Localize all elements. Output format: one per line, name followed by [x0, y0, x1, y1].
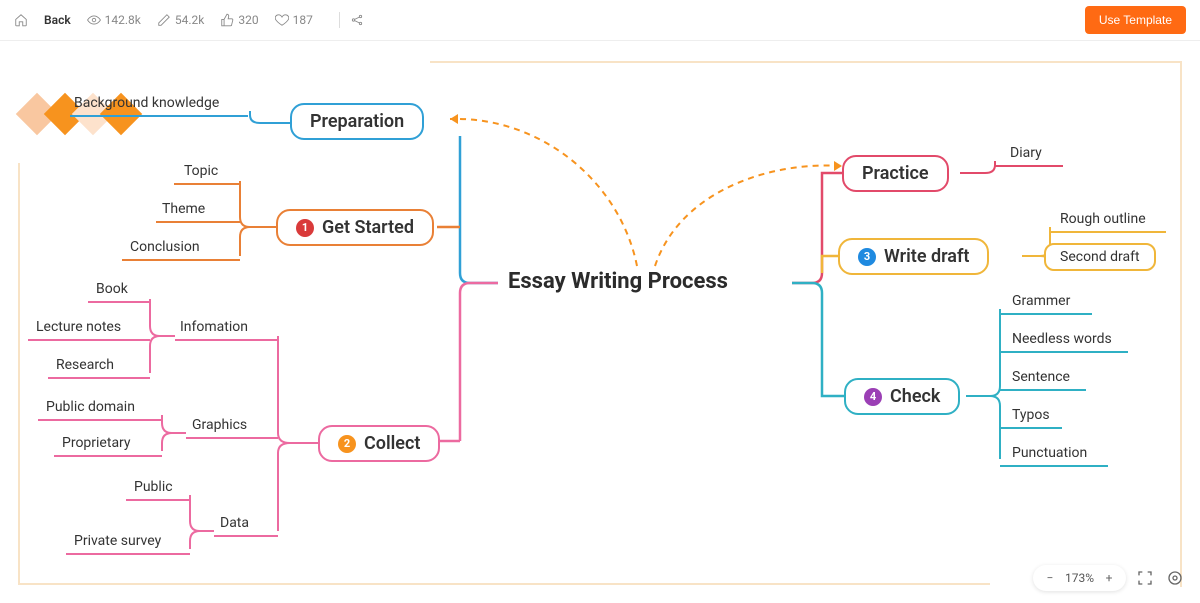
leaf-research[interactable]: Research [56, 357, 114, 373]
leaf-book[interactable]: Book [96, 281, 128, 297]
node-label: Collect [364, 433, 420, 454]
leaf-diary[interactable]: Diary [1010, 145, 1042, 161]
node-label: Preparation [310, 111, 404, 132]
leaf-theme[interactable]: Theme [162, 201, 205, 217]
edits-count: 54.2k [175, 13, 204, 27]
leaf-rough-outline[interactable]: Rough outline [1060, 211, 1146, 227]
leaf-grammar[interactable]: Grammer [1012, 293, 1070, 309]
zoom-out-button[interactable]: − [1041, 569, 1059, 587]
node-label: Second draft [1060, 249, 1140, 265]
leaf-public-domain[interactable]: Public domain [46, 399, 135, 415]
favs-stat[interactable]: 187 [275, 13, 313, 27]
node-label: Write draft [884, 246, 969, 267]
zoom-control: − 173% + [1033, 565, 1126, 591]
likes-stat[interactable]: 320 [220, 13, 258, 27]
badge-2: 2 [338, 435, 356, 453]
fullscreen-icon[interactable] [1134, 567, 1156, 589]
leaf-punctuation[interactable]: Punctuation [1012, 445, 1087, 461]
leaf-sentence[interactable]: Sentence [1012, 369, 1070, 385]
subnode-data[interactable]: Data [220, 515, 249, 531]
node-get-started[interactable]: 1 Get Started [276, 209, 434, 246]
home-icon[interactable] [14, 13, 28, 27]
divider [339, 12, 340, 28]
leaf-conclusion[interactable]: Conclusion [130, 239, 200, 255]
leaf-private-survey[interactable]: Private survey [74, 533, 161, 549]
leaf-second-draft[interactable]: Second draft [1044, 243, 1156, 271]
node-label: Practice [862, 163, 929, 184]
subnode-graphics[interactable]: Graphics [192, 417, 247, 433]
node-check[interactable]: 4 Check [844, 378, 960, 415]
leaf-background-knowledge[interactable]: Background knowledge [74, 95, 219, 111]
leaf-public[interactable]: Public [134, 479, 173, 495]
leaf-topic[interactable]: Topic [184, 163, 218, 179]
likes-count: 320 [238, 13, 258, 27]
badge-1: 1 [296, 219, 314, 237]
recenter-icon[interactable] [1164, 567, 1186, 589]
node-label: Check [890, 386, 940, 407]
views-count: 142.8k [105, 13, 141, 27]
favs-count: 187 [293, 13, 313, 27]
share-icon[interactable] [350, 13, 364, 27]
node-practice[interactable]: Practice [842, 155, 949, 192]
leaf-lecture[interactable]: Lecture notes [36, 319, 121, 335]
back-button[interactable]: Back [44, 13, 71, 27]
subnode-information[interactable]: Infomation [180, 319, 248, 335]
node-write-draft[interactable]: 3 Write draft [838, 238, 989, 275]
edits-stat: 54.2k [157, 13, 204, 27]
zoom-percent: 173% [1065, 571, 1094, 585]
badge-4: 4 [864, 388, 882, 406]
leaf-needless-words[interactable]: Needless words [1012, 331, 1112, 347]
zoom-in-button[interactable]: + [1100, 569, 1118, 587]
leaf-typos[interactable]: Typos [1012, 407, 1050, 423]
leaf-proprietary[interactable]: Proprietary [62, 435, 131, 451]
node-preparation[interactable]: Preparation [290, 103, 424, 140]
node-collect[interactable]: 2 Collect [318, 425, 440, 462]
central-topic[interactable]: Essay Writing Process [508, 269, 728, 294]
badge-3: 3 [858, 248, 876, 266]
views-stat: 142.8k [87, 13, 141, 27]
node-label: Get Started [322, 217, 414, 238]
use-template-button[interactable]: Use Template [1085, 6, 1186, 34]
